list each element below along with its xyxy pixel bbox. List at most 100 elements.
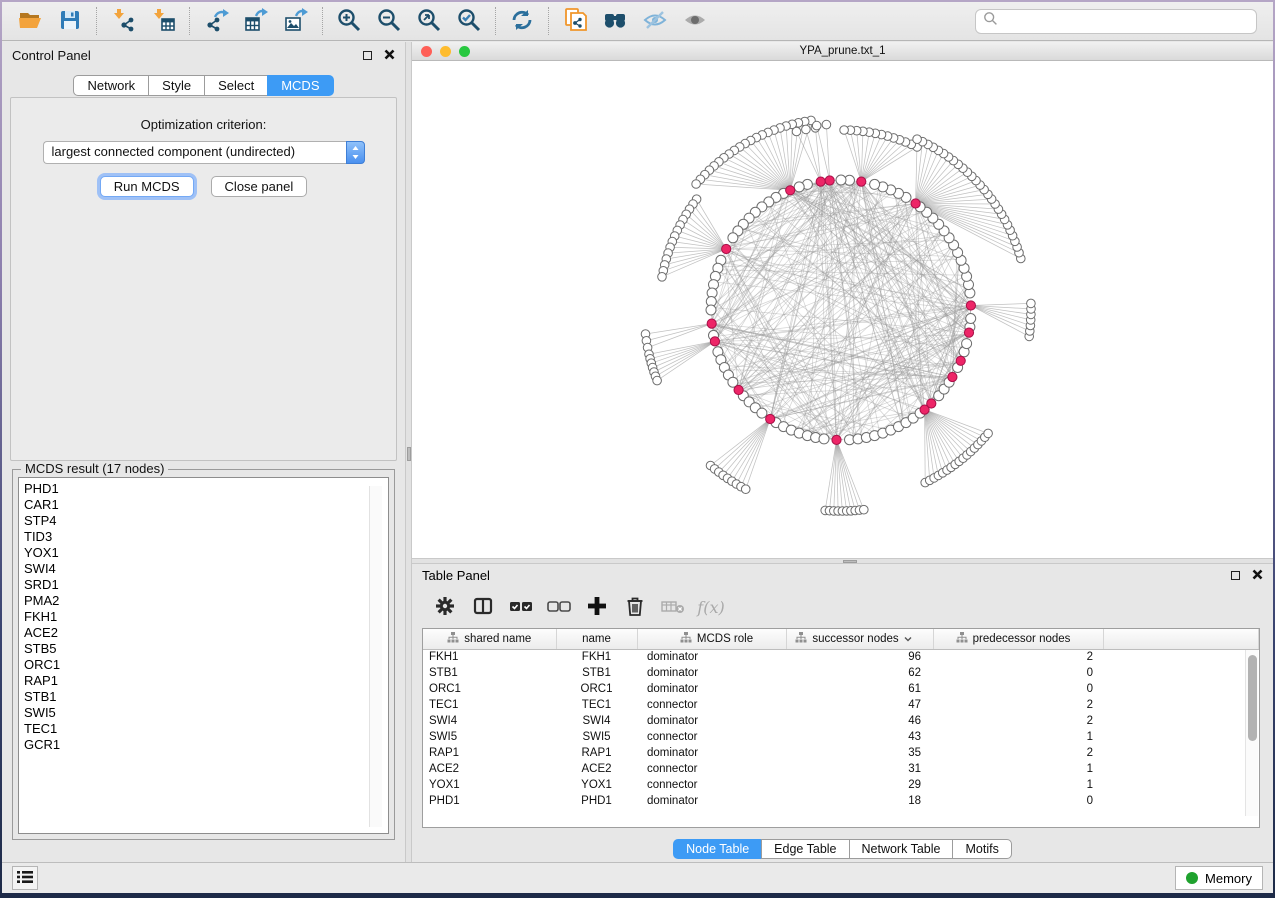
table-row[interactable]: SWI4SWI4dominator462	[423, 713, 1259, 729]
network-node[interactable]	[658, 273, 667, 282]
tab-select[interactable]: Select	[204, 75, 268, 96]
mcds-result-item[interactable]: SRD1	[24, 577, 383, 593]
network-node[interactable]	[913, 135, 922, 144]
add-column-button[interactable]	[578, 592, 616, 624]
show-all-button[interactable]	[675, 5, 715, 37]
tab-edge-table[interactable]: Edge Table	[761, 839, 849, 859]
network-node[interactable]	[707, 319, 716, 328]
mcds-result-item[interactable]: SWI4	[24, 561, 383, 577]
open-file-button[interactable]	[10, 5, 50, 37]
network-node[interactable]	[832, 435, 841, 444]
tab-network[interactable]: Network	[73, 75, 149, 96]
network-node[interactable]	[927, 399, 936, 408]
refresh-button[interactable]	[502, 5, 542, 37]
import-network-button[interactable]	[103, 5, 143, 37]
splitter-handle[interactable]	[843, 560, 857, 563]
copy-style-button[interactable]	[555, 5, 595, 37]
tab-node-table[interactable]: Node Table	[673, 839, 762, 859]
close-window-icon[interactable]	[421, 46, 432, 57]
column-header-name[interactable]: name	[556, 629, 637, 649]
column-header-predecessor-nodes[interactable]: predecessor nodes	[933, 629, 1103, 649]
tab-style[interactable]: Style	[148, 75, 205, 96]
network-node[interactable]	[984, 429, 993, 438]
table-scrollbar-thumb[interactable]	[1248, 655, 1257, 741]
table-row[interactable]: TEC1TEC1connector472	[423, 697, 1259, 713]
float-panel-icon[interactable]	[363, 51, 372, 60]
mcds-result-item[interactable]: RAP1	[24, 673, 383, 689]
network-node[interactable]	[1027, 299, 1036, 308]
zoom-in-button[interactable]	[329, 5, 369, 37]
network-node[interactable]	[766, 414, 775, 423]
table-row[interactable]: FKH1FKH1dominator962	[423, 649, 1259, 665]
node-table[interactable]: shared namenameMCDS rolesuccessor nodesp…	[423, 629, 1259, 809]
network-node[interactable]	[911, 199, 920, 208]
network-node[interactable]	[966, 301, 975, 310]
mcds-result-item[interactable]: STB1	[24, 689, 383, 705]
mcds-result-item[interactable]: ACE2	[24, 625, 383, 641]
close-panel-button[interactable]: Close panel	[211, 176, 308, 197]
splitter-handle[interactable]	[407, 447, 411, 461]
command-panel-button[interactable]	[12, 866, 38, 890]
network-node[interactable]	[857, 177, 866, 186]
zoom-out-button[interactable]	[369, 5, 409, 37]
network-node[interactable]	[812, 121, 821, 130]
network-node[interactable]	[734, 385, 743, 394]
network-node[interactable]	[956, 356, 965, 365]
tab-mcds[interactable]: MCDS	[267, 75, 333, 96]
search-binoculars-button[interactable]	[595, 5, 635, 37]
mcds-result-item[interactable]: STB5	[24, 641, 383, 657]
result-list-scrollbar[interactable]	[369, 486, 382, 827]
tab-motifs[interactable]: Motifs	[952, 839, 1011, 859]
mcds-result-item[interactable]: PMA2	[24, 593, 383, 609]
select-all-button[interactable]	[502, 592, 540, 624]
network-node[interactable]	[962, 339, 972, 349]
mcds-result-item[interactable]: CAR1	[24, 497, 383, 513]
mcds-result-item[interactable]: FKH1	[24, 609, 383, 625]
hide-selected-button[interactable]	[635, 5, 675, 37]
network-node[interactable]	[948, 372, 957, 381]
gear-button[interactable]	[426, 592, 464, 624]
network-node[interactable]	[840, 126, 849, 135]
horizontal-splitter[interactable]	[412, 558, 1273, 564]
network-node[interactable]	[825, 176, 834, 185]
delete-table-button[interactable]	[654, 592, 692, 624]
network-node[interactable]	[792, 127, 801, 136]
network-node[interactable]	[836, 175, 846, 185]
maximize-window-icon[interactable]	[459, 46, 470, 57]
network-node[interactable]	[966, 314, 976, 324]
table-row[interactable]: STB1STB1dominator620	[423, 665, 1259, 681]
network-node[interactable]	[692, 180, 701, 189]
run-mcds-button[interactable]: Run MCDS	[100, 176, 194, 197]
mcds-result-list[interactable]: PHD1CAR1STP4TID3YOX1SWI4SRD1PMA2FKH1ACE2…	[18, 477, 389, 834]
zoom-fit-button[interactable]	[409, 5, 449, 37]
table-row[interactable]: SWI5SWI5connector431	[423, 729, 1259, 745]
column-header-MCDS-role[interactable]: MCDS role	[637, 629, 786, 649]
mcds-result-item[interactable]: TEC1	[24, 721, 383, 737]
optimization-select[interactable]: largest connected component (undirected)	[43, 141, 346, 164]
network-node[interactable]	[706, 305, 716, 315]
vertical-splitter[interactable]	[405, 42, 412, 862]
column-layout-button[interactable]	[464, 592, 502, 624]
mcds-result-item[interactable]: SWI5	[24, 705, 383, 721]
network-node[interactable]	[741, 485, 750, 494]
export-image-button[interactable]	[276, 5, 316, 37]
network-node[interactable]	[822, 120, 831, 129]
mcds-result-item[interactable]: STP4	[24, 513, 383, 529]
network-node[interactable]	[710, 337, 719, 346]
save-session-button[interactable]	[50, 5, 90, 37]
memory-button[interactable]: Memory	[1175, 866, 1263, 890]
float-panel-icon[interactable]	[1231, 571, 1240, 580]
import-table-button[interactable]	[143, 5, 183, 37]
network-node[interactable]	[870, 179, 880, 189]
mcds-result-item[interactable]: TID3	[24, 529, 383, 545]
function-builder-button[interactable]: f(x)	[692, 592, 730, 624]
minimize-window-icon[interactable]	[440, 46, 451, 57]
tab-network-table[interactable]: Network Table	[849, 839, 954, 859]
zoom-selected-button[interactable]	[449, 5, 489, 37]
select-stepper-icon[interactable]	[346, 141, 365, 164]
deselect-all-button[interactable]	[540, 592, 578, 624]
table-row[interactable]: ORC1ORC1dominator610	[423, 681, 1259, 697]
network-node[interactable]	[786, 186, 795, 195]
mcds-result-item[interactable]: ORC1	[24, 657, 383, 673]
network-node[interactable]	[794, 182, 804, 192]
